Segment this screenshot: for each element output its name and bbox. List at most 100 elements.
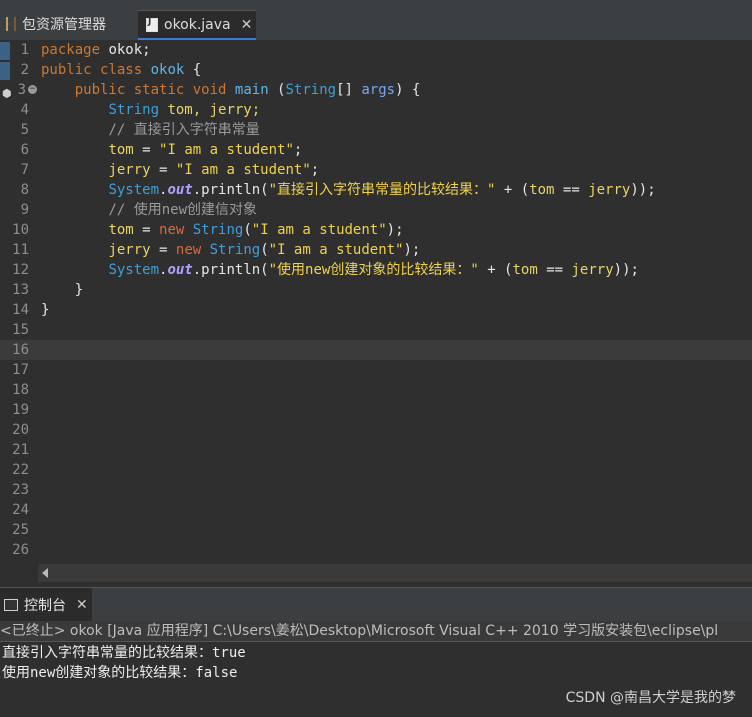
code-text: ) { bbox=[395, 82, 421, 98]
comment: // 直接引入字符串常量 bbox=[108, 122, 260, 138]
code-line[interactable]: 19 bbox=[0, 400, 752, 420]
console-icon bbox=[4, 599, 18, 611]
line-number: 9 bbox=[20, 202, 29, 218]
code-line[interactable]: 15 bbox=[0, 320, 752, 340]
code-line[interactable]: 26 bbox=[0, 540, 752, 560]
keyword: static bbox=[133, 82, 185, 98]
scroll-left-icon[interactable] bbox=[42, 568, 48, 578]
line-number: 17 bbox=[12, 362, 29, 378]
console-output[interactable]: <已终止> okok [Java 应用程序] C:\Users\姜松\Deskt… bbox=[0, 621, 752, 717]
code-text: ( bbox=[243, 222, 252, 238]
tab-package-explorer-label: 包资源管理器 bbox=[22, 17, 106, 33]
class-name: okok bbox=[150, 62, 185, 78]
string-literal: "使用new创建对象的比较结果：" bbox=[268, 262, 479, 278]
code-text: [] bbox=[336, 82, 362, 98]
code-line[interactable]: 13 } bbox=[0, 280, 752, 300]
watermark: CSDN @南昌大学是我的梦 bbox=[565, 690, 736, 706]
operator: = bbox=[150, 162, 176, 178]
type-name: String bbox=[201, 242, 261, 258]
string-literal: "I am a student" bbox=[251, 222, 387, 238]
static-field: out bbox=[167, 262, 193, 278]
operator: = bbox=[133, 222, 160, 238]
code-line[interactable]: ⬢ 3− public static void main (String[] ar… bbox=[0, 80, 752, 100]
code-text: } bbox=[74, 282, 84, 298]
variable: jerry bbox=[571, 262, 614, 278]
line-number: 13 bbox=[12, 282, 29, 298]
variable: jerry bbox=[588, 182, 631, 198]
line-number: 20 bbox=[12, 422, 29, 438]
variable: tom, jerry; bbox=[159, 102, 261, 118]
code-line[interactable]: 21 bbox=[0, 440, 752, 460]
code-line[interactable]: 1 package okok; bbox=[0, 40, 752, 60]
code-line-current[interactable]: 16 bbox=[0, 340, 752, 360]
tab-okok-java[interactable]: okok.java ✕ bbox=[138, 10, 256, 40]
line-number: 8 bbox=[20, 182, 29, 198]
tab-okok-java-label: okok.java bbox=[164, 16, 231, 33]
tab-console-label: 控制台 bbox=[24, 598, 66, 614]
line-number: 24 bbox=[12, 502, 29, 518]
line-number: 23 bbox=[12, 482, 29, 498]
code-line[interactable]: 2 public class okok { bbox=[0, 60, 752, 80]
horizontal-scrollbar[interactable] bbox=[38, 564, 752, 582]
operator: = bbox=[133, 142, 160, 158]
method-name: main bbox=[234, 82, 269, 98]
close-tab-icon[interactable]: ✕ bbox=[241, 17, 253, 33]
code-text: ; bbox=[293, 142, 303, 158]
java-file-icon bbox=[146, 17, 158, 32]
code-text: ); bbox=[403, 242, 421, 258]
line-number: 4 bbox=[20, 102, 29, 118]
variable: tom bbox=[529, 182, 555, 198]
string-literal: "I am a student" bbox=[268, 242, 404, 258]
code-line[interactable]: 14} bbox=[0, 300, 752, 320]
code-line[interactable]: 23 bbox=[0, 480, 752, 500]
keyword: class bbox=[100, 62, 143, 78]
line-number: 12 bbox=[12, 262, 29, 278]
line-number: 14 bbox=[12, 302, 29, 318]
operator: == bbox=[537, 262, 572, 278]
keyword: public bbox=[74, 82, 126, 98]
class-name: System bbox=[108, 182, 160, 198]
code-text: ( bbox=[268, 82, 286, 98]
code-line[interactable]: 17 bbox=[0, 360, 752, 380]
code-line[interactable]: 11 jerry = new String("I am a student"); bbox=[0, 240, 752, 260]
editor-tab-bar: 包资源管理器 okok.java ✕ bbox=[0, 0, 752, 40]
code-line[interactable]: 7 jerry = "I am a student"; bbox=[0, 160, 752, 180]
operator: = bbox=[150, 242, 176, 258]
code-line[interactable]: 6 tom = "I am a student"; bbox=[0, 140, 752, 160]
type-name: String bbox=[285, 82, 337, 98]
code-text: okok; bbox=[100, 42, 151, 58]
code-line[interactable]: 18 bbox=[0, 380, 752, 400]
operator: + ( bbox=[478, 262, 513, 278]
close-console-icon[interactable]: ✕ bbox=[76, 597, 88, 613]
keyword: public bbox=[41, 62, 92, 78]
console-tab-bar: 控制台 ✕ bbox=[0, 587, 752, 622]
code-line[interactable]: 8 System.out.println("直接引入字符串常量的比较结果：" +… bbox=[0, 180, 752, 200]
code-line[interactable]: 4 String tom, jerry; bbox=[0, 100, 752, 120]
string-literal: "I am a student" bbox=[159, 142, 294, 158]
code-editor[interactable]: 1 package okok; 2 public class okok { ⬢ 3− … bbox=[0, 40, 752, 585]
method-call: .println( bbox=[192, 262, 269, 278]
line-number: 2 bbox=[20, 62, 29, 78]
code-line[interactable]: 9 // 使用new创建信对象 bbox=[0, 200, 752, 220]
tab-package-explorer[interactable]: 包资源管理器 bbox=[6, 10, 106, 38]
string-literal: "直接引入字符串常量的比较结果：" bbox=[268, 182, 496, 198]
keyword: void bbox=[192, 82, 227, 98]
line-number: 22 bbox=[12, 462, 29, 478]
keyword: new bbox=[175, 242, 202, 258]
line-number: 19 bbox=[12, 402, 29, 418]
line-number: 1 bbox=[20, 42, 29, 58]
fold-collapse-icon[interactable]: − bbox=[28, 85, 37, 94]
tab-console[interactable]: 控制台 ✕ bbox=[0, 588, 92, 622]
code-line[interactable]: 12 System.out.println("使用new创建对象的比较结果：" … bbox=[0, 260, 752, 280]
line-number: 15 bbox=[12, 322, 29, 338]
code-line[interactable]: 22 bbox=[0, 460, 752, 480]
line-number: 10 bbox=[12, 222, 29, 238]
console-status-line: <已终止> okok [Java 应用程序] C:\Users\姜松\Deskt… bbox=[0, 621, 752, 642]
code-line[interactable]: 5 // 直接引入字符串常量 bbox=[0, 120, 752, 140]
code-line[interactable]: 24 bbox=[0, 500, 752, 520]
code-text: ); bbox=[386, 222, 404, 238]
code-line[interactable]: 20 bbox=[0, 420, 752, 440]
line-number: 11 bbox=[12, 242, 29, 258]
code-line[interactable]: 25 bbox=[0, 520, 752, 540]
code-line[interactable]: 10 tom = new String("I am a student"); bbox=[0, 220, 752, 240]
